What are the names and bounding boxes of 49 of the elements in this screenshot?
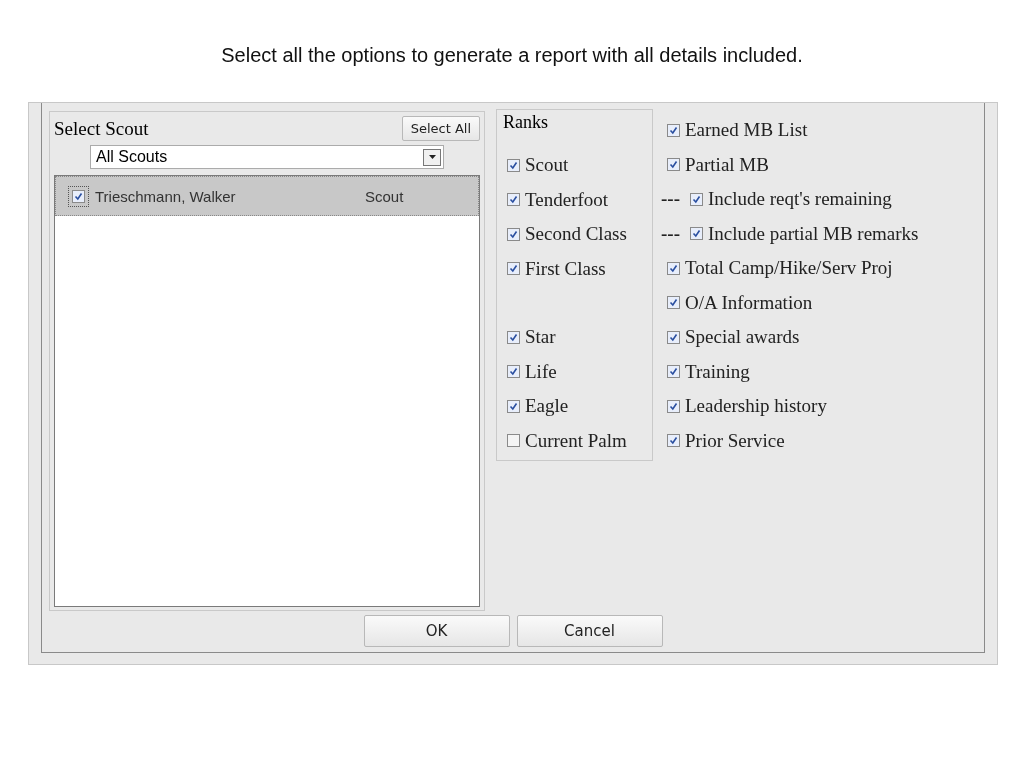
checkbox-label: Include reqt's remaining — [708, 188, 892, 211]
scout-dropdown[interactable]: All Scouts — [90, 145, 444, 169]
checkbox[interactable] — [507, 330, 520, 344]
checkbox[interactable] — [667, 365, 680, 379]
checkbox[interactable] — [507, 365, 520, 379]
ok-button[interactable]: OK — [363, 615, 510, 647]
panel-title: Select Scout — [54, 117, 149, 140]
checkbox-label: First Class — [525, 257, 606, 280]
checkbox-label: Earned MB List — [685, 119, 808, 142]
checkbox[interactable] — [507, 227, 520, 241]
checkbox-label: Prior Service — [685, 429, 785, 452]
dash-text: --- — [661, 222, 680, 245]
select-all-button[interactable]: Select All — [401, 116, 480, 141]
checkbox-label: Life — [525, 360, 557, 383]
checkbox-label: Eagle — [525, 395, 569, 418]
checkbox-label: Partial MB — [685, 153, 769, 176]
checkbox-label: Leadership history — [685, 395, 827, 418]
checkbox-label: Include partial MB remarks — [708, 222, 919, 245]
checkbox[interactable] — [667, 123, 680, 137]
group-title: Ranks — [503, 112, 549, 134]
checkbox[interactable] — [72, 189, 85, 203]
checkbox-label: Total Camp/Hike/Serv Proj — [685, 257, 893, 280]
checkbox[interactable] — [667, 330, 680, 344]
dash-text: --- — [661, 188, 680, 211]
checkbox-label: Second Class — [525, 223, 627, 246]
checkbox[interactable] — [667, 434, 680, 448]
checkbox-label: Training — [685, 360, 750, 383]
checkbox[interactable] — [507, 193, 520, 207]
scout-row[interactable]: Trieschmann, Walker Scout — [55, 176, 479, 216]
checkbox-label: O/A Information — [685, 291, 813, 314]
checkbox[interactable] — [667, 296, 680, 310]
checkbox-label: Star — [525, 326, 556, 349]
checkbox[interactable] — [690, 227, 703, 241]
scout-name: Trieschmann, Walker — [95, 187, 237, 205]
checkbox[interactable] — [667, 158, 680, 172]
checkbox[interactable] — [667, 261, 680, 275]
checkbox[interactable] — [507, 434, 520, 448]
checkbox-label: Special awards — [685, 326, 800, 349]
checkbox[interactable] — [507, 262, 520, 276]
checkbox-label: Tenderfoot — [525, 188, 609, 211]
scout-rank: Scout — [365, 187, 404, 205]
checkbox-label: Current Palm — [525, 429, 627, 452]
checkbox[interactable] — [667, 399, 680, 413]
checkbox[interactable] — [690, 192, 703, 206]
checkbox[interactable] — [507, 399, 520, 413]
checkbox-label: Scout — [525, 154, 569, 177]
caption-text: Select all the options to generate a report with all details included. — [220, 43, 804, 68]
cancel-button[interactable]: Cancel — [516, 615, 663, 647]
checkbox[interactable] — [507, 158, 520, 172]
